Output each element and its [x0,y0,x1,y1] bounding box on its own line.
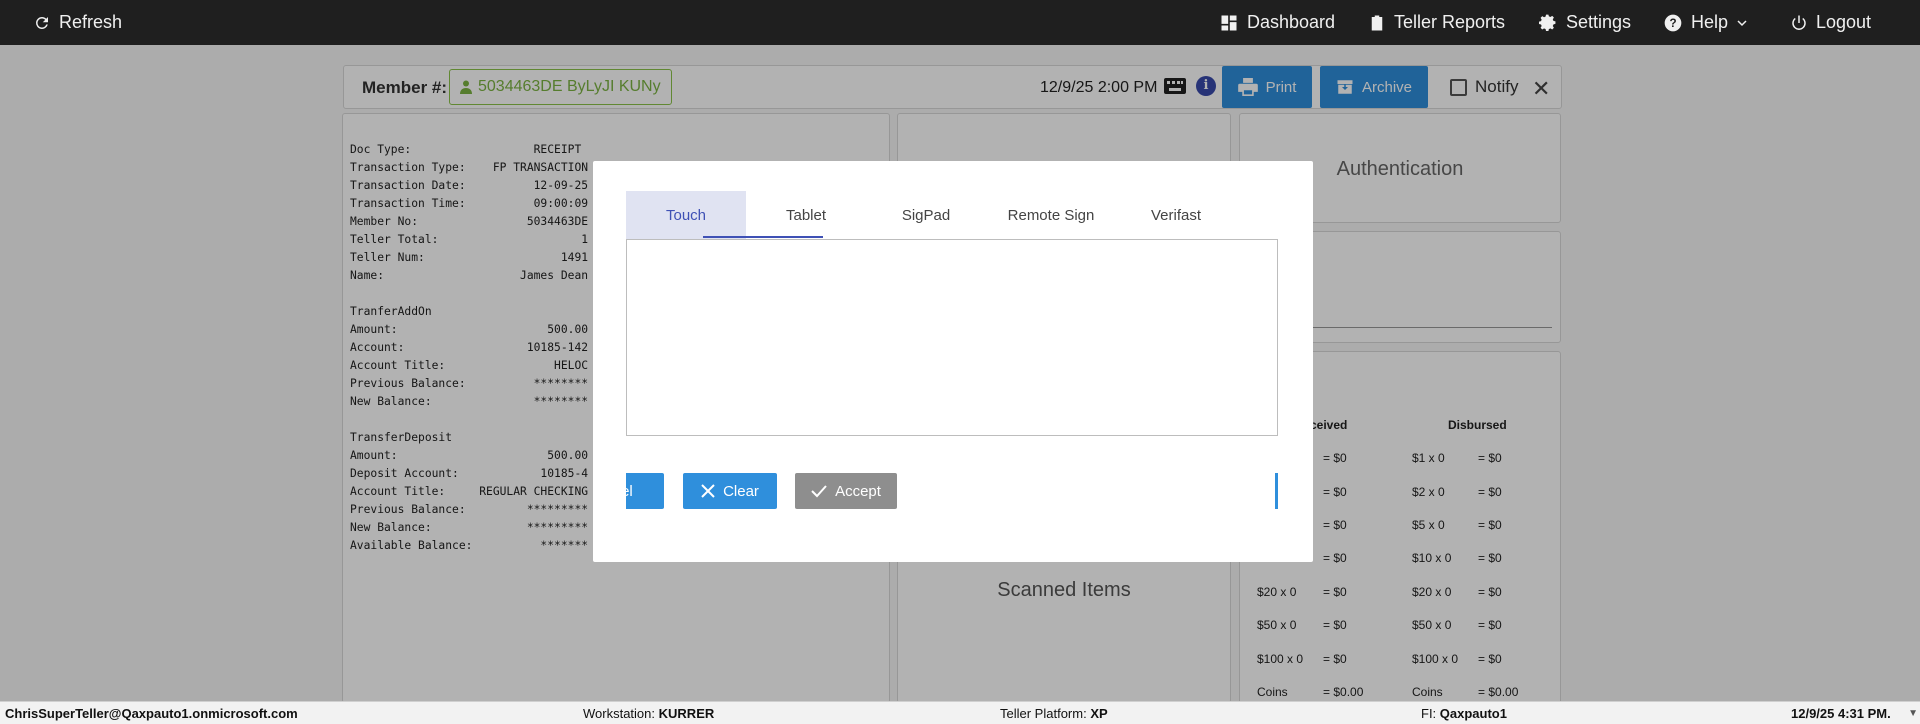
accept-button[interactable]: Accept [795,473,897,509]
help-label: Help [1691,12,1729,32]
logout-label: Logout [1816,12,1872,32]
scroll-down-arrow[interactable]: ▼ [1908,708,1918,719]
tab-remote-sign[interactable]: Remote Sign [986,191,1116,239]
modal-button-row: ncel Clear Accept [626,473,1278,513]
accept-label: Accept [835,482,881,500]
refresh-button[interactable]: Refresh [33,0,122,45]
cancel-button[interactable]: ncel [626,473,664,509]
dashboard-icon [1221,15,1237,30]
status-user: ChrisSuperTeller@Qaxpauto1.onmicrosoft.c… [5,706,298,721]
status-platform: Teller Platform: XP [1000,706,1108,721]
teller-reports-label: Teller Reports [1394,12,1506,32]
scroll-button-edge[interactable] [1275,473,1278,509]
signature-canvas[interactable] [626,239,1278,436]
help-circle-icon: ? [1664,14,1682,31]
tab-indicator [703,236,823,238]
top-nav-bar: Refresh Dashboard Teller Reports Setting… [0,0,1920,45]
close-icon [701,484,715,498]
refresh-label: Refresh [59,12,123,32]
status-datetime: 12/9/25 4:31 PM. [1791,706,1891,721]
clipboard-icon [1371,15,1383,30]
signature-modal: Touch Tablet SigPad Remote Sign Verifast… [593,161,1313,562]
logout-button[interactable]: Logout [1790,0,1871,45]
cancel-label: ncel [626,482,633,500]
teller-reports-button[interactable]: Teller Reports [1368,0,1505,45]
status-fi: FI: Qaxpauto1 [1421,706,1507,721]
check-icon [811,485,827,498]
gear-icon [1538,14,1556,31]
status-workstation: Workstation: KURRER [583,706,715,721]
dashboard-label: Dashboard [1247,12,1336,32]
tab-sigpad[interactable]: SigPad [866,191,986,239]
clear-button[interactable]: Clear [683,473,777,509]
refresh-icon [36,16,48,29]
settings-button[interactable]: Settings [1538,0,1631,45]
clear-label: Clear [723,482,759,500]
power-icon [1792,15,1806,30]
signature-tabs: Touch Tablet SigPad Remote Sign Verifast [626,191,1201,239]
help-menu[interactable]: ? Help [1663,0,1748,45]
status-bar: ChrisSuperTeller@Qaxpauto1.onmicrosoft.c… [0,701,1920,724]
tab-touch[interactable]: Touch [626,191,746,239]
tab-tablet[interactable]: Tablet [746,191,866,239]
tab-verifast[interactable]: Verifast [1116,191,1236,239]
svg-text:?: ? [1669,17,1676,30]
settings-label: Settings [1566,12,1632,32]
chevron-down-icon [1737,19,1747,26]
dashboard-button[interactable]: Dashboard [1219,0,1335,45]
